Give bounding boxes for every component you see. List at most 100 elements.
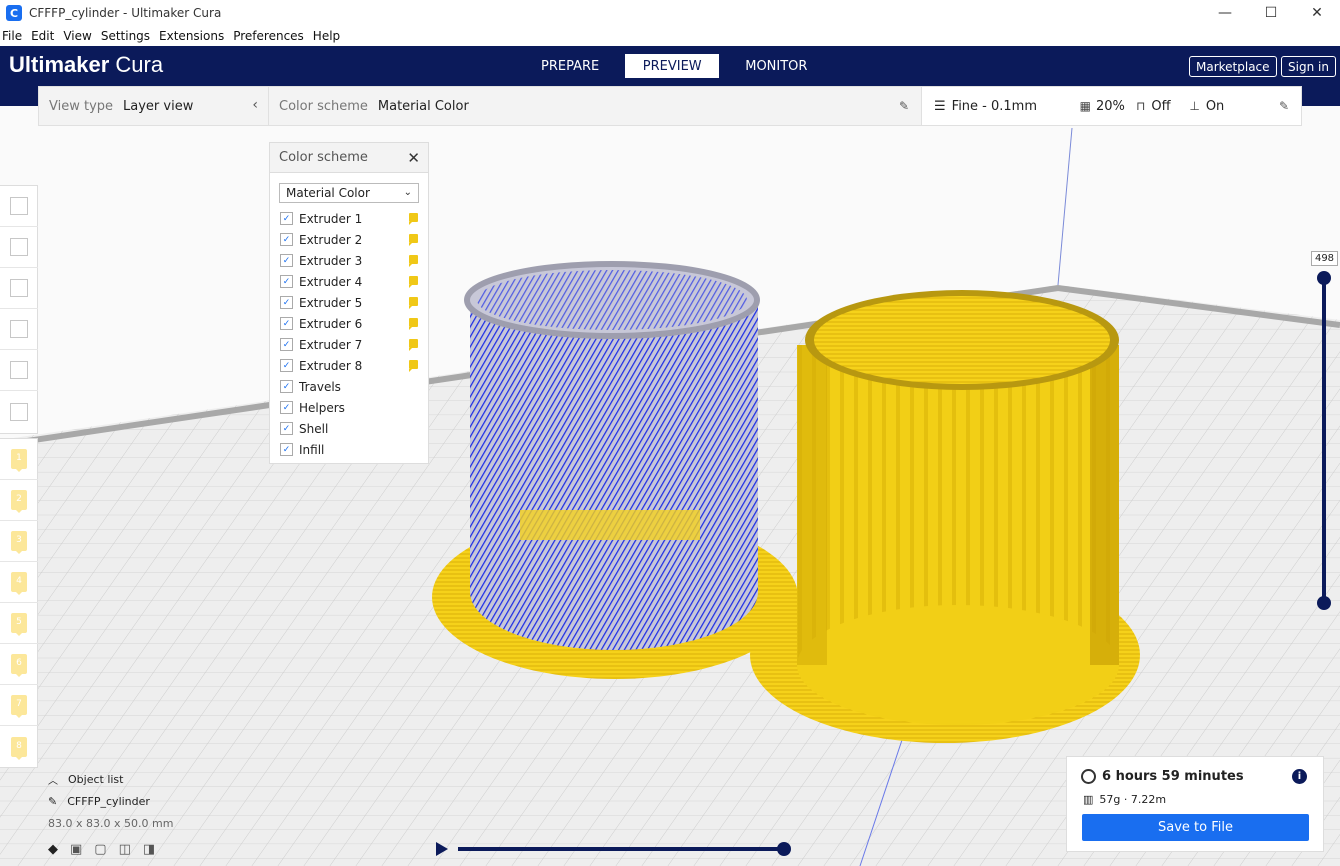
print-settings-bar[interactable]: ☰ Fine - 0.1mm ▦ 20% ⊓ Off ⊥ On ✎ — [921, 86, 1302, 126]
info-icon[interactable]: i — [1292, 769, 1307, 784]
path-slider-track[interactable] — [458, 847, 784, 851]
extruder-6-button[interactable]: 6 — [0, 644, 38, 685]
object-name: CFFFP_cylinder — [67, 794, 150, 808]
checkbox-checked-icon[interactable]: ✓ — [280, 212, 293, 225]
extruder-badge: 2 — [11, 490, 27, 513]
top-view-icon[interactable]: ▢ — [94, 842, 106, 857]
layer-slider-bottom-handle[interactable] — [1317, 596, 1331, 610]
tab-prepare[interactable]: PREPARE — [528, 54, 612, 78]
menu-bar: File Edit View Settings Extensions Prefe… — [0, 26, 1340, 46]
extruder-5-button[interactable]: 5 — [0, 603, 38, 644]
menu-file[interactable]: File — [0, 29, 24, 43]
helpers-toggle[interactable]: ✓ Helpers — [270, 397, 428, 418]
camera-view-buttons: ◆ ▣ ▢ ◫ ◨ — [48, 838, 173, 860]
extruder-6-toggle[interactable]: ✓ Extruder 6 — [270, 313, 428, 334]
color-swatch — [409, 318, 418, 330]
3d-view-icon[interactable]: ◆ — [48, 842, 58, 857]
front-view-icon[interactable]: ▣ — [70, 842, 82, 857]
pencil-icon[interactable]: ✎ — [1279, 99, 1291, 113]
right-view-icon[interactable]: ◨ — [143, 842, 155, 857]
extruder-4-button[interactable]: 4 — [0, 562, 38, 603]
menu-extensions[interactable]: Extensions — [157, 29, 226, 43]
mirror-icon — [10, 320, 28, 338]
checkbox-checked-icon[interactable]: ✓ — [280, 443, 293, 456]
option-label: Helpers — [299, 400, 345, 415]
save-to-file-button[interactable]: Save to File — [1082, 814, 1309, 841]
checkbox-checked-icon[interactable]: ✓ — [280, 254, 293, 267]
view-type-panel[interactable]: View type Layer view ‹ — [38, 86, 269, 126]
menu-settings[interactable]: Settings — [99, 29, 152, 43]
close-icon[interactable]: ✕ — [407, 149, 420, 167]
travels-toggle[interactable]: ✓ Travels — [270, 376, 428, 397]
pencil-icon[interactable]: ✎ — [899, 99, 911, 113]
extruder-8-toggle[interactable]: ✓ Extruder 8 — [270, 355, 428, 376]
extruder-5-toggle[interactable]: ✓ Extruder 5 — [270, 292, 428, 313]
extruder-1-toggle[interactable]: ✓ Extruder 1 — [270, 208, 428, 229]
checkbox-checked-icon[interactable]: ✓ — [280, 380, 293, 393]
extruder-3-toggle[interactable]: ✓ Extruder 3 — [270, 250, 428, 271]
extruder-7-toggle[interactable]: ✓ Extruder 7 — [270, 334, 428, 355]
menu-edit[interactable]: Edit — [29, 29, 56, 43]
extruder-label: Extruder 5 — [299, 295, 363, 310]
tab-monitor[interactable]: MONITOR — [732, 54, 820, 78]
extruder-2-button[interactable]: 2 — [0, 480, 38, 521]
extruder-8-button[interactable]: 8 — [0, 726, 38, 767]
rotate-tool[interactable] — [0, 268, 38, 309]
logo-brand: Ultimaker — [9, 52, 110, 77]
move-tool[interactable] — [0, 186, 38, 227]
close-window-button[interactable]: ✕ — [1294, 0, 1340, 26]
option-label: Infill — [299, 442, 325, 457]
color-scheme-selected: Material Color — [286, 186, 370, 200]
chevron-left-icon[interactable]: ‹ — [252, 97, 258, 113]
path-slider-handle[interactable] — [777, 842, 791, 856]
per-model-settings-icon — [10, 361, 28, 379]
print-time-value: 6 hours 59 minutes — [1102, 769, 1244, 784]
extruder-7-button[interactable]: 7 — [0, 685, 38, 726]
extruder-2-toggle[interactable]: ✓ Extruder 2 — [270, 229, 428, 250]
window-title: CFFFP_cylinder - Ultimaker Cura — [29, 6, 222, 20]
menu-help[interactable]: Help — [311, 29, 342, 43]
extruder-4-toggle[interactable]: ✓ Extruder 4 — [270, 271, 428, 292]
color-scheme-panel: Color scheme ✕ Material Color ⌄ ✓ Extrude… — [269, 142, 429, 464]
minimize-button[interactable]: — — [1202, 0, 1248, 26]
color-scheme-bar[interactable]: Color scheme Material Color ✎ — [268, 86, 922, 126]
checkbox-checked-icon[interactable]: ✓ — [280, 296, 293, 309]
support-blocker-tool[interactable] — [0, 391, 38, 432]
layer-slider-top-handle[interactable] — [1317, 271, 1331, 285]
infill-toggle[interactable]: ✓ Infill — [270, 439, 428, 460]
layer-slider-track[interactable] — [1322, 278, 1326, 603]
scale-tool[interactable] — [0, 227, 38, 268]
extruder-label: Extruder 3 — [299, 253, 363, 268]
logo-product: Cura — [115, 52, 164, 77]
view-type-value: Layer view — [123, 98, 194, 114]
play-icon[interactable] — [436, 842, 448, 856]
extruder-3-button[interactable]: 3 — [0, 521, 38, 562]
checkbox-checked-icon[interactable]: ✓ — [280, 317, 293, 330]
tab-preview[interactable]: PREVIEW — [625, 54, 720, 78]
sign-in-button[interactable]: Sign in — [1281, 56, 1336, 77]
checkbox-checked-icon[interactable]: ✓ — [280, 401, 293, 414]
color-swatch — [409, 213, 418, 225]
menu-preferences[interactable]: Preferences — [231, 29, 306, 43]
clock-icon — [1081, 769, 1096, 784]
3d-viewport[interactable]: 1 2 3 4 5 6 7 8 — [0, 106, 1340, 866]
shell-toggle[interactable]: ✓ Shell — [270, 418, 428, 439]
left-view-icon[interactable]: ◫ — [119, 842, 131, 857]
layer-number-field[interactable]: 498 — [1311, 251, 1338, 266]
checkbox-checked-icon[interactable]: ✓ — [280, 422, 293, 435]
extruder-1-button[interactable]: 1 — [0, 439, 38, 480]
color-scheme-dropdown[interactable]: Material Color ⌄ — [279, 183, 419, 203]
marketplace-button[interactable]: Marketplace — [1189, 56, 1277, 77]
checkbox-checked-icon[interactable]: ✓ — [280, 338, 293, 351]
mirror-tool[interactable] — [0, 309, 38, 350]
object-list-toggle[interactable]: ︿ Object list — [48, 768, 173, 790]
build-plate-scene — [0, 106, 1340, 866]
menu-view[interactable]: View — [61, 29, 93, 43]
checkbox-checked-icon[interactable]: ✓ — [280, 359, 293, 372]
maximize-button[interactable]: ☐ — [1248, 0, 1294, 26]
extruder-label: Extruder 4 — [299, 274, 363, 289]
checkbox-checked-icon[interactable]: ✓ — [280, 233, 293, 246]
object-list-item[interactable]: ✎ CFFFP_cylinder — [48, 790, 173, 812]
checkbox-checked-icon[interactable]: ✓ — [280, 275, 293, 288]
per-model-settings-tool[interactable] — [0, 350, 38, 391]
